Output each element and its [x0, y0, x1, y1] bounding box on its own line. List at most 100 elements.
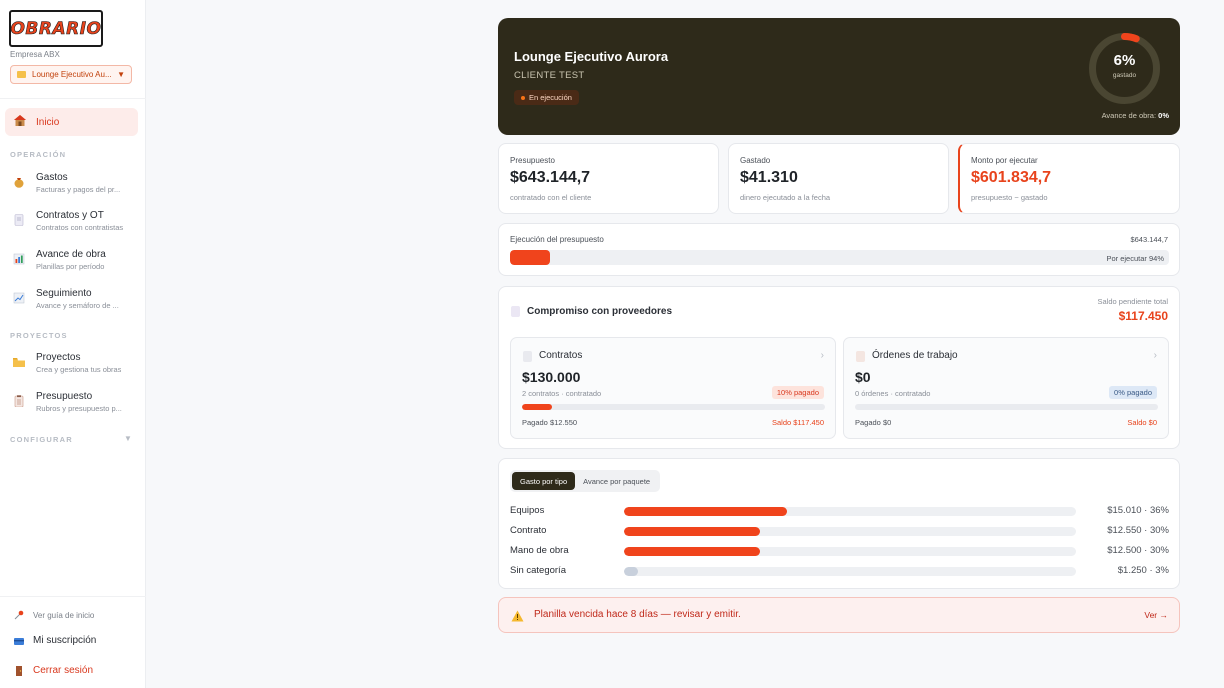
sidebar-item-inicio[interactable]: Inicio	[5, 108, 138, 136]
sidebar-item-subtitle: Contratos con contratistas	[36, 223, 124, 232]
work-progress-label: Avance de obra:	[1101, 111, 1157, 120]
warning-icon	[511, 610, 524, 622]
balance-amount: Saldo $0	[1127, 418, 1157, 427]
sidebar-item-subtitle: Crea y gestiona tus obras	[36, 365, 122, 374]
sidebar-item-subtitle: Facturas y pagos del pr...	[36, 185, 121, 194]
chevron-right-icon: ›	[1153, 350, 1157, 361]
breakdown-bar-track	[624, 507, 1076, 516]
folder-icon	[13, 358, 25, 367]
execution-progress-fill	[510, 250, 550, 265]
budget-execution-card: Ejecución del presupuesto $643.144,7 Por…	[498, 223, 1180, 276]
contracts-value: $130.000	[522, 369, 581, 385]
breakdown-bar-fill	[624, 547, 760, 556]
obrario-logo[interactable]: OBRARIO	[9, 10, 103, 47]
tab-gasto-por-tipo[interactable]: Gasto por tipo	[512, 472, 576, 490]
work-progress: Avance de obra: 0%	[1102, 111, 1169, 120]
breakdown-row: Contrato $12.550 · 30%	[510, 525, 1169, 537]
document-icon	[14, 214, 24, 226]
spent-label: gastado	[1112, 72, 1137, 79]
commitment-title: Compromiso con proveedores	[527, 306, 673, 317]
sidebar-item-seguimiento[interactable]: Seguimiento Avance y semáforo de ...	[12, 288, 140, 312]
sidebar-item-avance[interactable]: Avance de obra Planillas por período	[12, 249, 140, 273]
sidebar-item-title: Proyectos	[36, 352, 81, 363]
work-orders-meta: 0 órdenes · contratado	[855, 389, 931, 398]
section-label-configurar[interactable]: CONFIGURAR	[10, 435, 73, 444]
chevron-right-icon: ›	[820, 350, 824, 361]
stat-value: $601.834,7	[971, 169, 1052, 186]
divider	[0, 596, 146, 597]
spend-breakdown-card: Gasto por tipo Avance por paquete Equipo…	[498, 458, 1180, 589]
paid-percent-badge: 0% pagado	[1109, 386, 1157, 399]
breakdown-row-name: Sin categoría	[510, 565, 566, 576]
subscription-label: Mi suscripción	[33, 635, 97, 646]
client-name: CLIENTE TEST	[514, 70, 585, 81]
breakdown-row-amount: $12.550 · 30%	[1107, 525, 1169, 536]
breakdown-row-amount: $15.010 · 36%	[1107, 505, 1169, 516]
alert-message: Planilla vencida hace 8 días — revisar y…	[534, 609, 741, 620]
sidebar: OBRARIO Empresa ABX Lounge Ejecutivo Au.…	[0, 0, 146, 688]
section-label-operacion: OPERACIÓN	[10, 150, 67, 159]
breakdown-row: Mano de obra $12.500 · 30%	[510, 545, 1169, 557]
company-name: Empresa ABX	[10, 50, 60, 59]
work-orders-value: $0	[855, 369, 871, 385]
paid-percent-badge: 10% pagado	[771, 386, 824, 399]
stat-value: $643.144,7	[510, 169, 591, 186]
paid-amount: Pagado $12.550	[522, 418, 578, 427]
credit-card-icon	[14, 637, 24, 645]
overdue-alert: Planilla vencida hace 8 días — revisar y…	[498, 597, 1180, 633]
sidebar-item-proyectos[interactable]: Proyectos Crea y gestiona tus obras	[12, 352, 140, 376]
money-bag-icon	[14, 178, 24, 188]
breakdown-row-amount: $1.250 · 3%	[1117, 565, 1169, 576]
breakdown-row-name: Equipos	[510, 505, 545, 516]
sidebar-item-subtitle: Planillas por período	[36, 262, 105, 271]
bar-chart-icon	[13, 253, 25, 265]
execution-amount: $643.144,7	[1130, 235, 1168, 244]
breakdown-row: Sin categoría $1.250 · 3%	[510, 565, 1169, 577]
sidebar-item-subtitle: Rubros y presupuesto p...	[36, 404, 122, 413]
document-icon	[511, 306, 520, 317]
sidebar-item-presupuesto[interactable]: Presupuesto Rubros y presupuesto p...	[12, 391, 140, 415]
folder-icon	[17, 71, 26, 78]
breakdown-row-name: Mano de obra	[510, 545, 569, 556]
stat-card-presupuesto: Presupuesto $643.144,7 contratado con el…	[498, 143, 719, 214]
logout-label: Cerrar sesión	[33, 665, 94, 676]
stat-card-por-ejecutar: Monto por ejecutar $601.834,7 presupuest…	[958, 143, 1180, 214]
status-dot-icon	[521, 95, 525, 100]
contracts-meta: 2 contratos · contratado	[522, 389, 602, 398]
guide-link[interactable]: Ver guía de inicio	[14, 610, 94, 620]
stat-subtitle: contratado con el cliente	[510, 193, 592, 202]
project-select[interactable]: Lounge Ejecutivo Au... ▼	[10, 65, 132, 84]
breakdown-row-name: Contrato	[510, 525, 547, 536]
alert-view-link[interactable]: Ver →	[1144, 610, 1168, 620]
status-badge: En ejecución	[514, 90, 579, 105]
contracts-card[interactable]: Contratos › $130.000 2 contratos · contr…	[510, 337, 836, 439]
execution-remaining: Por ejecutar 94%	[1106, 254, 1164, 263]
sidebar-item-title: Seguimiento	[36, 288, 92, 299]
sidebar-item-contratos[interactable]: Contratos y OT Contratos con contratistas	[12, 210, 140, 234]
paid-progress-fill	[522, 404, 553, 410]
breakdown-tabs: Gasto por tipo Avance por paquete	[510, 470, 661, 492]
trend-chart-icon	[13, 292, 25, 304]
chevron-down-icon: ▼	[117, 70, 125, 79]
subscription-link[interactable]: Mi suscripción	[14, 635, 96, 646]
sidebar-item-title: Avance de obra	[36, 249, 106, 260]
breakdown-bar-fill	[624, 567, 638, 576]
sidebar-item-gastos[interactable]: Gastos Facturas y pagos del pr...	[12, 172, 140, 196]
contracts-title: Contratos	[539, 350, 583, 361]
sidebar-item-title: Presupuesto	[36, 391, 93, 402]
chevron-down-icon[interactable]: ▼	[124, 434, 132, 443]
house-icon	[14, 115, 27, 129]
stat-label: Gastado	[740, 156, 771, 165]
tab-avance-por-paquete[interactable]: Avance por paquete	[575, 472, 658, 490]
logout-button[interactable]: Cerrar sesión	[14, 665, 93, 676]
work-orders-card[interactable]: Órdenes de trabajo › $0 0 órdenes · cont…	[843, 337, 1169, 439]
clipboard-icon	[14, 395, 24, 407]
breakdown-bar-track	[624, 527, 1076, 536]
breakdown-bar-fill	[624, 507, 787, 516]
sidebar-item-subtitle: Avance y semáforo de ...	[36, 301, 119, 310]
stat-value: $41.310	[740, 169, 798, 186]
stat-subtitle: presupuesto − gastado	[971, 193, 1048, 202]
pending-balance-label: Saldo pendiente total	[1097, 297, 1168, 306]
execution-progress-track: Por ejecutar 94%	[510, 250, 1169, 265]
door-icon	[16, 665, 22, 676]
